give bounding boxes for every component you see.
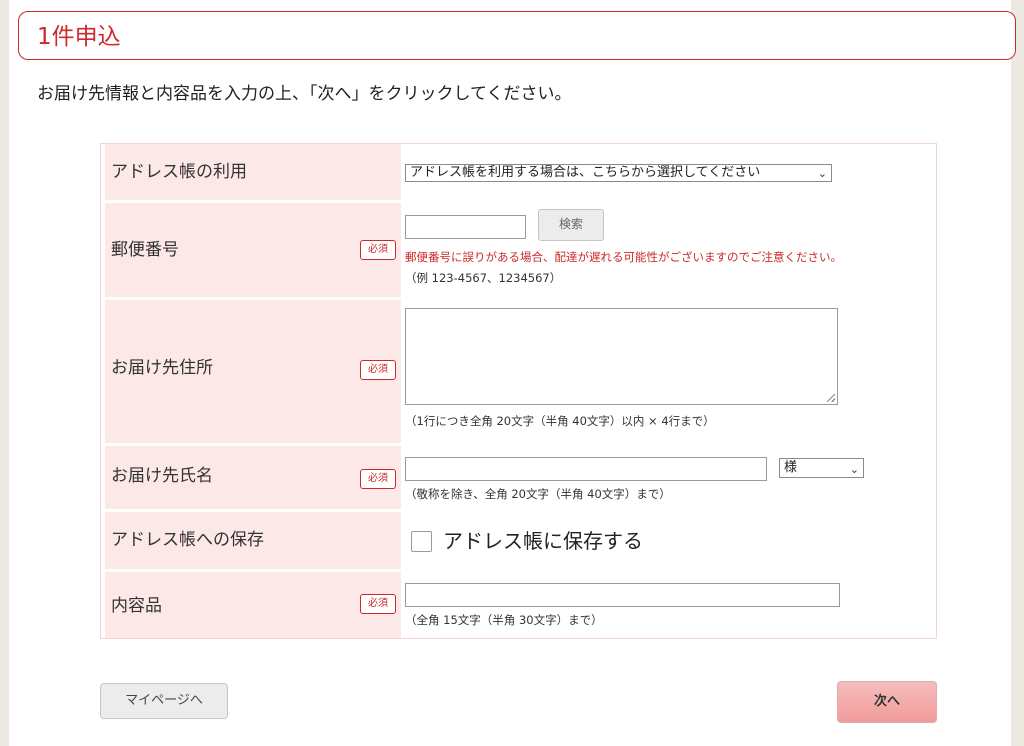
postal-code-warning: 郵便番号に誤りがある場合、配達が遅れる可能性がございますのでご注意ください。 bbox=[405, 250, 842, 264]
contents-input[interactable] bbox=[405, 583, 840, 607]
label-cell-save: アドレス帳への保存 bbox=[105, 512, 401, 569]
name-input[interactable] bbox=[405, 457, 767, 481]
delivery-form: アドレス帳の利用 アドレス帳を利用する場合は、こちらから選択してください ⌄ 郵… bbox=[100, 143, 937, 639]
row-save: アドレス帳への保存 アドレス帳に保存する bbox=[101, 512, 936, 569]
chevron-down-icon: ⌄ bbox=[817, 167, 827, 180]
right-window-edge bbox=[1011, 0, 1024, 746]
label-cell-address-book: アドレス帳の利用 bbox=[105, 144, 401, 200]
label-address: お届け先住所 bbox=[111, 358, 213, 378]
postal-code-example: （例 123-4567、1234567） bbox=[405, 271, 562, 285]
address-book-select-value: アドレス帳を利用する場合は、こちらから選択してください bbox=[410, 165, 761, 180]
address-textarea[interactable] bbox=[405, 308, 838, 405]
contents-hint: （全角 15文字（半角 30文字）まで） bbox=[405, 613, 603, 627]
required-badge: 必須 bbox=[360, 240, 396, 260]
resize-grip-icon[interactable] bbox=[827, 394, 835, 402]
next-button[interactable]: 次へ bbox=[837, 681, 937, 723]
honorific-select-value: 様 bbox=[784, 460, 798, 475]
save-to-address-book-checkbox[interactable] bbox=[411, 531, 432, 552]
left-window-edge bbox=[0, 0, 9, 746]
name-hint: （敬称を除き、全角 20文字（半角 40文字）まで） bbox=[405, 487, 671, 501]
chevron-down-icon: ⌄ bbox=[849, 463, 859, 476]
label-save: アドレス帳への保存 bbox=[111, 530, 264, 550]
address-hint: （1行につき全角 20文字（半角 40文字）以内 × 4行まで） bbox=[405, 414, 715, 428]
save-to-address-book-label[interactable]: アドレス帳に保存する bbox=[443, 530, 643, 552]
required-badge: 必須 bbox=[360, 469, 396, 489]
label-postal-code: 郵便番号 bbox=[111, 240, 179, 260]
page-title: 1件申込 bbox=[37, 24, 121, 50]
label-cell-postal-code: 郵便番号 必須 bbox=[105, 203, 401, 297]
intro-text: お届け先情報と内容品を入力の上、「次へ」をクリックしてください。 bbox=[37, 84, 572, 104]
required-badge: 必須 bbox=[360, 360, 396, 380]
mypage-button[interactable]: マイページへ bbox=[100, 683, 228, 719]
label-address-book: アドレス帳の利用 bbox=[111, 162, 247, 182]
row-contents: 内容品 必須 （全角 15文字（半角 30文字）まで） bbox=[101, 572, 936, 638]
row-name: お届け先氏名 必須 様 ⌄ （敬称を除き、全角 20文字（半角 40文字）まで） bbox=[101, 446, 936, 509]
address-book-select[interactable]: アドレス帳を利用する場合は、こちらから選択してください ⌄ bbox=[405, 164, 832, 182]
required-badge: 必須 bbox=[360, 594, 396, 614]
honorific-select[interactable]: 様 ⌄ bbox=[779, 458, 864, 478]
row-postal-code: 郵便番号 必須 検索 郵便番号に誤りがある場合、配達が遅れる可能性がございますの… bbox=[101, 203, 936, 297]
row-address-book: アドレス帳の利用 アドレス帳を利用する場合は、こちらから選択してください ⌄ bbox=[101, 144, 936, 200]
page-title-box: 1件申込 bbox=[18, 11, 1016, 60]
address-search-button[interactable]: 検索 bbox=[538, 209, 604, 241]
label-cell-name: お届け先氏名 必須 bbox=[105, 446, 401, 509]
label-name: お届け先氏名 bbox=[111, 466, 213, 486]
label-cell-address: お届け先住所 必須 bbox=[105, 300, 401, 443]
label-cell-contents: 内容品 必須 bbox=[105, 572, 401, 638]
postal-code-input[interactable] bbox=[405, 215, 526, 239]
row-address: お届け先住所 必須 （1行につき全角 20文字（半角 40文字）以内 × 4行ま… bbox=[101, 300, 936, 443]
label-contents: 内容品 bbox=[111, 596, 162, 616]
